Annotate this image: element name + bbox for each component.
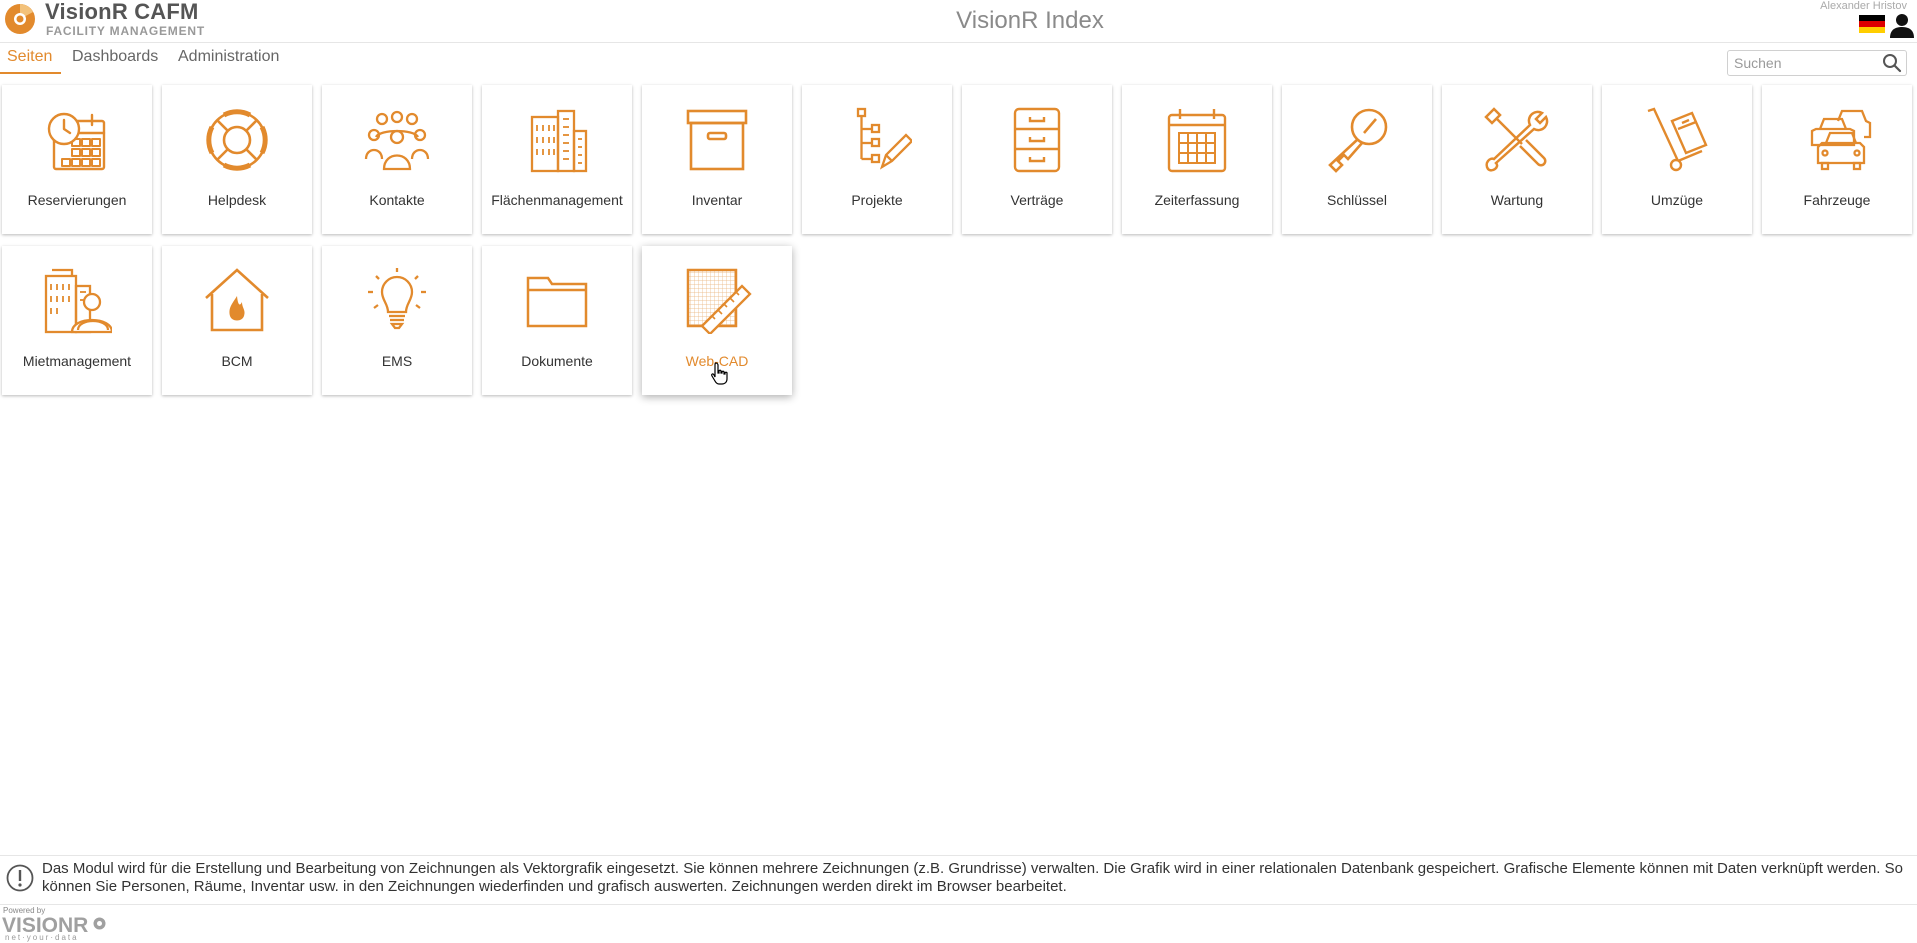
hand-truck-icon	[1647, 107, 1708, 172]
tile-schluessel[interactable]: Schlüssel	[1282, 85, 1432, 234]
tab-dashboards[interactable]: Dashboards	[72, 48, 158, 66]
people-group-icon	[364, 110, 430, 171]
lightbulb-icon	[368, 268, 426, 330]
tile-label: Reservierungen	[27, 192, 127, 208]
tile-label: Helpdesk	[207, 192, 267, 208]
tile-label: Flächenmanagement	[491, 192, 623, 208]
app-name: VisionR CAFM	[45, 0, 199, 24]
tile-label: Schlüssel	[1327, 192, 1387, 208]
project-tree-icon	[856, 107, 912, 170]
active-tab-indicator	[0, 72, 61, 74]
tile-umzuege[interactable]: Umzüge	[1602, 85, 1752, 234]
tile-label: EMS	[381, 353, 413, 369]
tile-flaechenmanagement[interactable]: Flächenmanagement	[482, 85, 632, 234]
user-icon[interactable]	[1889, 12, 1915, 38]
search-box	[1727, 50, 1907, 76]
tile-label: Umzüge	[1650, 192, 1704, 208]
tile-label: Mietmanagement	[22, 353, 132, 369]
tile-inventar[interactable]: Inventar	[642, 85, 792, 234]
tile-wartung[interactable]: Wartung	[1442, 85, 1592, 234]
module-description: Das Modul wird für die Erstellung und Be…	[42, 860, 1903, 895]
buildings-icon	[530, 109, 588, 173]
tile-projekte[interactable]: Projekte	[802, 85, 952, 234]
search-input[interactable]	[1728, 51, 1890, 75]
module-description-bar: Das Modul wird für die Erstellung und Be…	[0, 855, 1917, 905]
tile-dokumente[interactable]: Dokumente	[482, 246, 632, 395]
tile-label: Zeiterfassung	[1154, 192, 1240, 208]
page-title: VisionR Index	[956, 7, 1104, 34]
hand-cursor-icon	[711, 362, 728, 385]
tile-label: Inventar	[691, 192, 743, 208]
tile-zeiterfassung[interactable]: Zeiterfassung	[1122, 85, 1272, 234]
user-name[interactable]: Alexander Hristov	[1820, 0, 1907, 12]
building-person-icon	[44, 268, 112, 334]
folder-icon	[526, 276, 588, 328]
visionr-logo-icon	[5, 4, 35, 34]
tab-seiten[interactable]: Seiten	[7, 48, 52, 66]
cars-icon	[1810, 109, 1872, 171]
house-fire-icon	[205, 268, 269, 332]
tile-label: Verträge	[1010, 192, 1064, 208]
tile-vertraege[interactable]: Verträge	[962, 85, 1112, 234]
tile-label: BCM	[221, 353, 253, 369]
calendar-icon	[1167, 109, 1227, 173]
tile-helpdesk[interactable]: Helpdesk	[162, 85, 312, 234]
lifebuoy-icon	[206, 109, 268, 171]
search-icon[interactable]	[1880, 52, 1904, 74]
info-icon	[6, 864, 34, 892]
tile-kontakte[interactable]: Kontakte	[322, 85, 472, 234]
app-header: VisionR CAFM FACILITY MANAGEMENT VisionR…	[0, 0, 1917, 43]
file-cabinet-icon	[1013, 107, 1061, 173]
tile-bcm[interactable]: BCM	[162, 246, 312, 395]
drawing-ruler-icon	[686, 268, 752, 334]
tile-label: Fahrzeuge	[1803, 192, 1871, 208]
tab-administration[interactable]: Administration	[178, 48, 279, 66]
archive-box-icon	[686, 109, 748, 171]
tile-fahrzeuge[interactable]: Fahrzeuge	[1762, 85, 1912, 234]
footer-tagline: net·your·data	[5, 933, 79, 942]
wrench-screwdriver-icon	[1484, 107, 1549, 172]
app-subtitle: FACILITY MANAGEMENT	[46, 24, 205, 38]
visionr-footer-logo-icon	[93, 917, 106, 930]
tile-mietmanagement[interactable]: Mietmanagement	[2, 246, 152, 395]
tile-label: Kontakte	[369, 192, 425, 208]
key-icon	[1328, 108, 1388, 173]
calendar-clock-icon	[47, 112, 106, 171]
tile-label: Dokumente	[521, 353, 593, 369]
tile-label: Wartung	[1490, 192, 1544, 208]
tile-label: Projekte	[851, 192, 903, 208]
german-flag-icon[interactable]	[1859, 15, 1885, 33]
tile-ems[interactable]: EMS	[322, 246, 472, 395]
tile-reservierungen[interactable]: Reservierungen	[2, 85, 152, 234]
